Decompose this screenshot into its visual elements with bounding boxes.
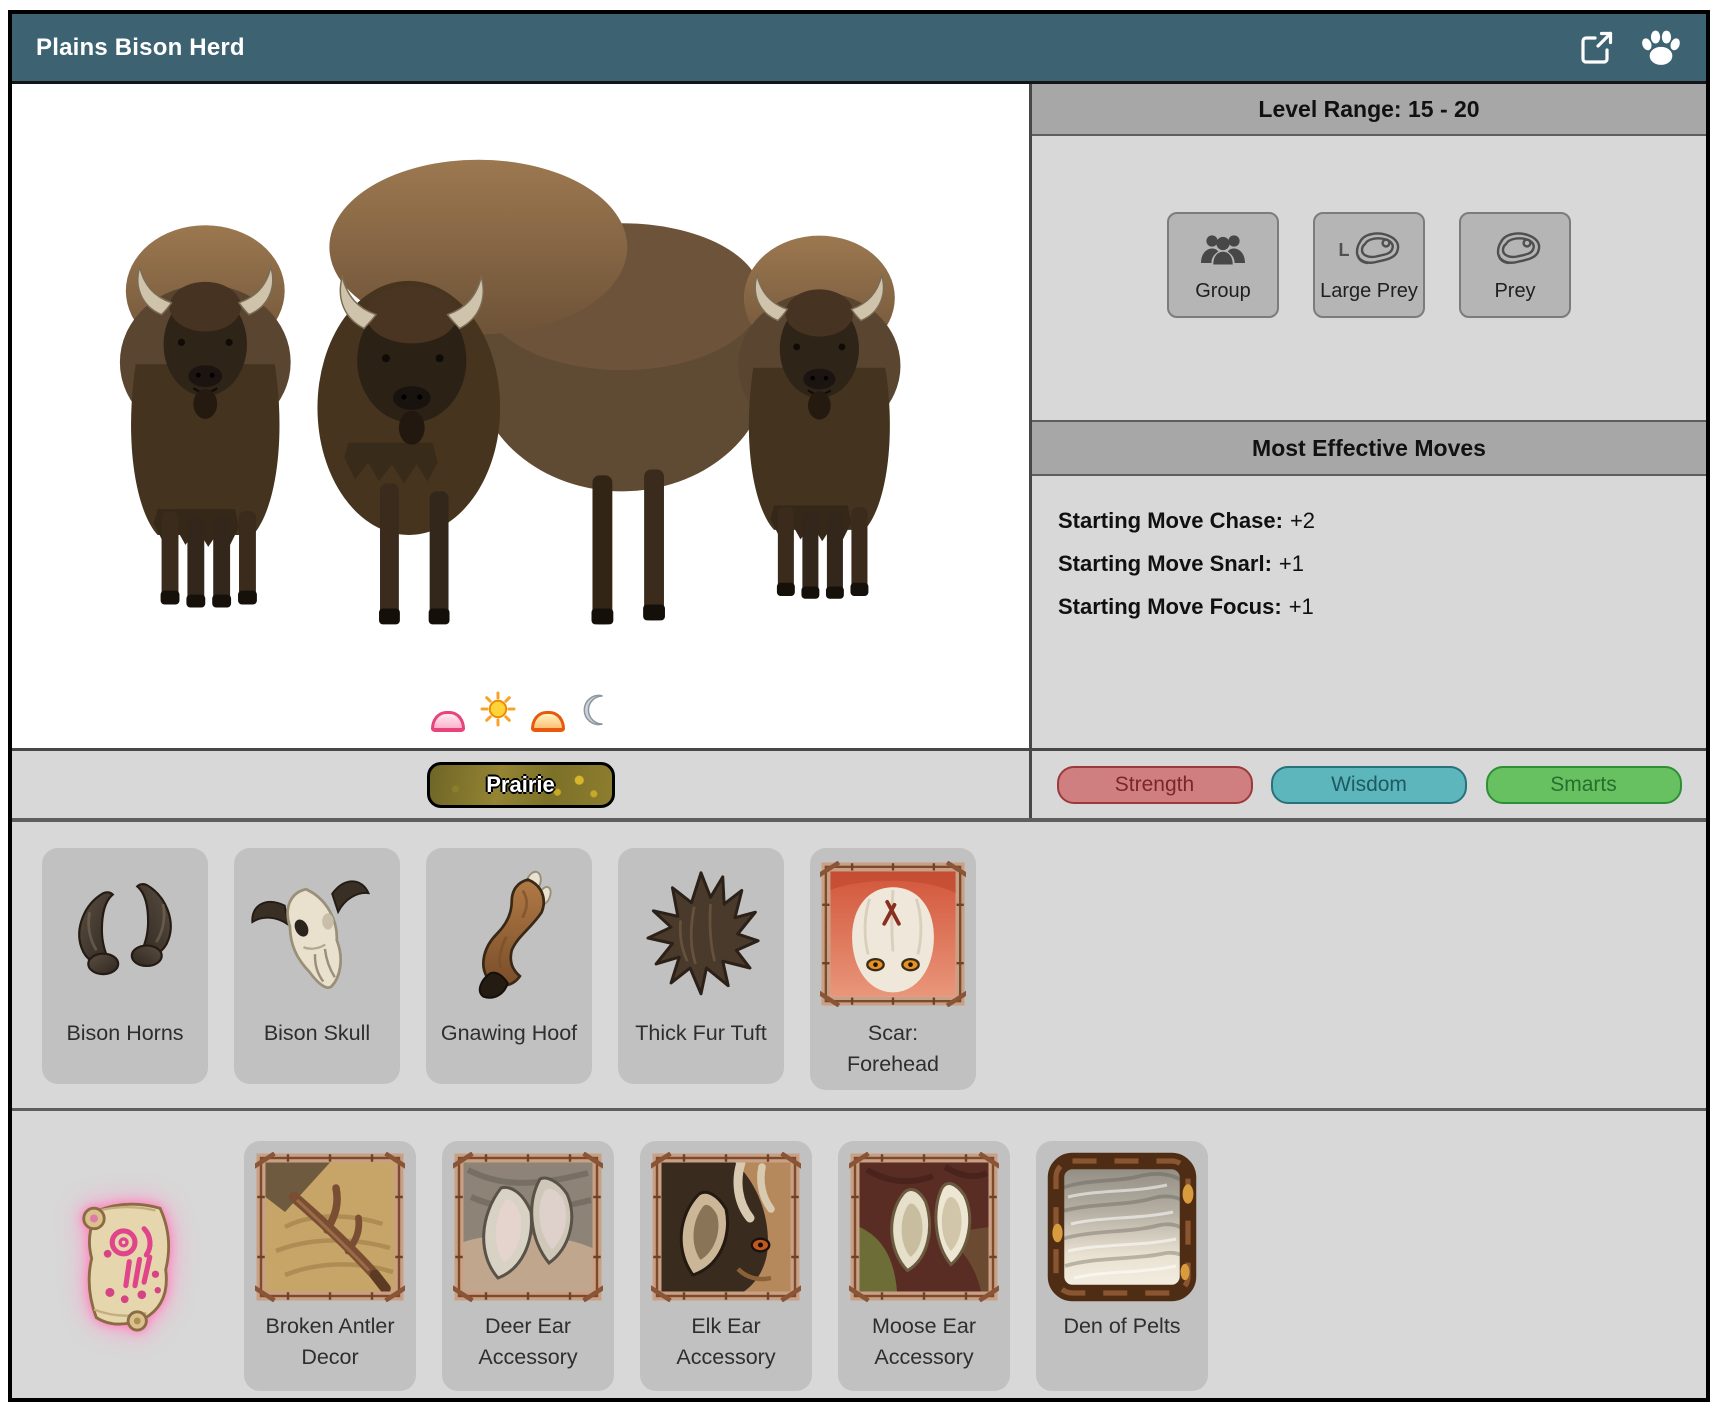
info-panel: Level Range: 15 - 20 Group L Large Prey … bbox=[1029, 84, 1706, 748]
item-card-broken-antler-decor[interactable]: Broken Antler Decor bbox=[244, 1141, 416, 1391]
paw-icon[interactable] bbox=[1640, 30, 1682, 66]
move-line: Starting Move Snarl: +1 bbox=[1058, 551, 1305, 576]
stat-pills-area: Strength Wisdom Smarts bbox=[1029, 751, 1706, 818]
item-card-deer-ear-accessory[interactable]: Deer Ear Accessory bbox=[442, 1141, 614, 1391]
time-of-day-row bbox=[12, 691, 1029, 732]
title-bar: Plains Bison Herd bbox=[12, 14, 1706, 84]
unlocks-section: Broken Antler Decor Deer Ear Accessory E… bbox=[12, 1108, 1706, 1398]
large-steak-icon: L bbox=[1339, 227, 1400, 271]
item-card-bison-horns[interactable]: Bison Horns bbox=[42, 848, 208, 1084]
move-line: Starting Move Chase: +2 bbox=[1058, 508, 1316, 533]
item-label: Deer Ear Accessory bbox=[478, 1314, 578, 1370]
broken-antler-decor-image bbox=[250, 1151, 410, 1303]
tag-label: Prey bbox=[1494, 280, 1536, 302]
tag-group-button[interactable]: Group bbox=[1167, 212, 1279, 318]
most-effective-moves-header: Most Effective Moves bbox=[1032, 420, 1706, 476]
creature-page: Plains Bison Herd Level Range: 15 - 20 G… bbox=[8, 10, 1710, 1402]
day-icon bbox=[480, 691, 516, 732]
move-line: Starting Move Focus: +1 bbox=[1058, 594, 1314, 619]
item-card-bison-skull[interactable]: Bison Skull bbox=[234, 848, 400, 1084]
bison-skull-image bbox=[240, 858, 394, 1010]
night-icon bbox=[580, 693, 610, 732]
moves-list: Starting Move Chase: +2 Starting Move Sna… bbox=[1032, 476, 1706, 748]
habitat-area: Prairie bbox=[12, 751, 1029, 818]
elk-ear-accessory-image bbox=[646, 1151, 806, 1303]
item-label: Gnawing Hoof bbox=[440, 1021, 578, 1045]
tag-prey-button[interactable]: Prey bbox=[1459, 212, 1571, 318]
thick-fur-tuft-image bbox=[624, 858, 778, 1010]
item-card-moose-ear-accessory[interactable]: Moose Ear Accessory bbox=[838, 1141, 1010, 1391]
stat-pill-wisdom[interactable]: Wisdom bbox=[1271, 765, 1467, 804]
scar-forehead-image bbox=[816, 858, 970, 1010]
group-icon bbox=[1199, 227, 1247, 271]
moose-ear-accessory-image bbox=[844, 1151, 1004, 1303]
item-label: Thick Fur Tuft bbox=[635, 1021, 767, 1045]
deer-ear-accessory-image bbox=[448, 1151, 608, 1303]
item-label: Broken Antler Decor bbox=[265, 1314, 395, 1370]
stat-pill-strength[interactable]: Strength bbox=[1056, 765, 1253, 804]
item-card-thick-fur-tuft[interactable]: Thick Fur Tuft bbox=[618, 848, 784, 1084]
tag-label: Group bbox=[1195, 280, 1251, 302]
pink-scroll-icon bbox=[52, 1159, 202, 1369]
gnawing-hoof-image bbox=[432, 858, 586, 1010]
drops-section: Bison Horns Bison Skull Gnawing Hoof Thi… bbox=[12, 818, 1706, 1108]
item-label: Scar: Forehead bbox=[846, 1021, 940, 1077]
external-link-icon[interactable] bbox=[1578, 30, 1614, 66]
item-card-gnawing-hoof[interactable]: Gnawing Hoof bbox=[426, 848, 592, 1084]
item-label: Elk Ear Accessory bbox=[676, 1314, 776, 1370]
item-label: Den of Pelts bbox=[1063, 1314, 1181, 1338]
dawn-icon bbox=[431, 711, 465, 732]
item-label: Bison Horns bbox=[66, 1021, 184, 1045]
dusk-icon bbox=[531, 711, 565, 732]
den-of-pelts-image bbox=[1042, 1151, 1202, 1303]
page-title: Plains Bison Herd bbox=[36, 33, 245, 61]
tag-large-prey-button[interactable]: L Large Prey bbox=[1313, 212, 1425, 318]
level-range-header: Level Range: 15 - 20 bbox=[1032, 84, 1706, 136]
habitat-badge-prairie[interactable]: Prairie bbox=[426, 761, 615, 808]
tags-area: Group L Large Prey Prey bbox=[1032, 136, 1706, 420]
bison-horns-image bbox=[48, 858, 202, 1010]
item-card-scar-forehead[interactable]: Scar: Forehead bbox=[810, 848, 976, 1091]
bison-herd-illustration bbox=[118, 118, 902, 674]
item-card-den-of-pelts[interactable]: Den of Pelts bbox=[1036, 1141, 1208, 1391]
item-label: Moose Ear Accessory bbox=[872, 1314, 976, 1370]
creature-artwork-area bbox=[12, 84, 1029, 748]
item-card-elk-ear-accessory[interactable]: Elk Ear Accessory bbox=[640, 1141, 812, 1391]
tag-label: Large Prey bbox=[1320, 280, 1418, 302]
stat-pill-smarts[interactable]: Smarts bbox=[1485, 765, 1682, 804]
steak-icon bbox=[1489, 227, 1541, 271]
item-label: Bison Skull bbox=[263, 1021, 371, 1045]
